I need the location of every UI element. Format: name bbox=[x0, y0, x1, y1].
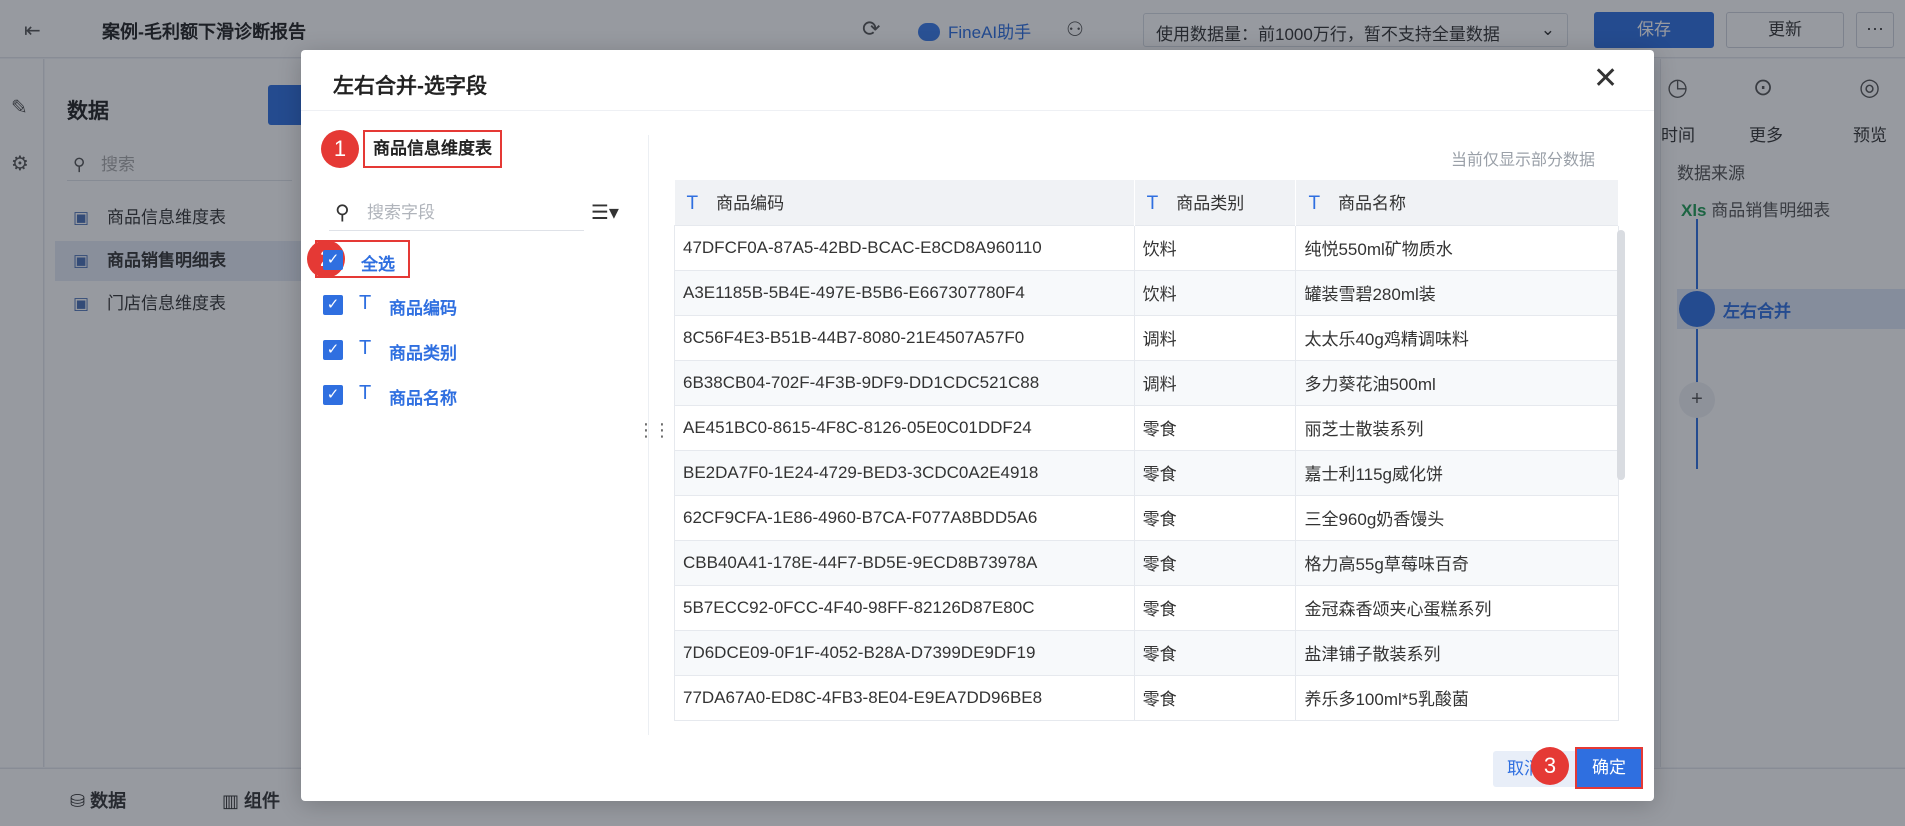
table-row: CBB40A41-178E-44F7-BD5E-9ECD8B73978A 零食 格力… bbox=[674, 539, 1619, 586]
field-search-placeholder: 搜索字段 bbox=[367, 203, 435, 222]
text-type-icon: T bbox=[1308, 193, 1321, 215]
table-cell: 太太乐40g鸡精调味料 bbox=[1295, 314, 1619, 361]
select-all-checkbox[interactable]: ✓ bbox=[323, 250, 343, 270]
drag-handle-icon[interactable]: ⋮⋮ bbox=[637, 420, 671, 441]
field-label: 商品名称 bbox=[389, 389, 457, 408]
step-badge-3: 3 bbox=[1531, 747, 1569, 785]
table-cell: 丽芝士散装系列 bbox=[1295, 404, 1619, 451]
merge-field-dialog: 左右合并-选字段 ✕ 1 商品信息维度表 ⚲搜索字段 ☰▾ 2 ✓ 全选 ✓ T… bbox=[301, 50, 1654, 801]
column-header: T 商品类别 bbox=[1134, 180, 1297, 225]
text-type-icon: T bbox=[359, 292, 372, 314]
table-cell: 调料 bbox=[1133, 359, 1297, 406]
sort-icon[interactable]: ☰▾ bbox=[591, 200, 619, 225]
field-label: 商品编码 bbox=[389, 299, 457, 318]
table-row: AE451BC0-8615-4F8C-8126-05E0C01DDF24 零食 丽芝… bbox=[674, 404, 1619, 451]
column-header-label: 商品名称 bbox=[1338, 194, 1407, 214]
table-cell: 零食 bbox=[1133, 629, 1297, 676]
column-header-label: 商品编码 bbox=[716, 194, 785, 214]
header-divider bbox=[301, 110, 1654, 111]
text-type-icon: T bbox=[1146, 193, 1159, 215]
column-header: T 商品名称 bbox=[1295, 180, 1619, 225]
table-cell: 零食 bbox=[1133, 404, 1297, 451]
dialog-table-name: 商品信息维度表 bbox=[363, 130, 502, 168]
text-type-icon: T bbox=[359, 382, 372, 404]
table-cell: 格力高55g草莓味百奇 bbox=[1295, 539, 1619, 586]
column-header-label: 商品类别 bbox=[1176, 194, 1245, 214]
confirm-button[interactable]: 确定 bbox=[1575, 747, 1643, 789]
table-row: 6B38CB04-702F-4F3B-9DF9-DD1CDC521C88 调料 多力… bbox=[674, 359, 1619, 406]
field-row-category[interactable]: ✓ T 商品类别 bbox=[323, 335, 623, 365]
select-all-label[interactable]: 全选 bbox=[361, 250, 395, 275]
table-cell: BE2DA7F0-1E24-4729-BED3-3CDC0A2E4918 bbox=[674, 449, 1135, 496]
table-cell: 养乐多100ml*5乳酸菌 bbox=[1295, 674, 1619, 721]
table-cell: 77DA67A0-ED8C-4FB3-8E04-E9EA7DD96BE8 bbox=[674, 674, 1135, 721]
table-cell: 盐津铺子散装系列 bbox=[1295, 629, 1619, 676]
dialog-title: 左右合并-选字段 bbox=[333, 75, 487, 98]
preview-table: T 商品编码 T 商品类别 T 商品名称 47DFCF0A-87A5-42BD-BCA… bbox=[674, 180, 1636, 735]
text-type-icon: T bbox=[359, 337, 372, 359]
field-checkbox[interactable]: ✓ bbox=[323, 385, 343, 405]
table-cell: 多力葵花油500ml bbox=[1295, 359, 1619, 406]
text-type-icon: T bbox=[686, 193, 699, 215]
column-header: T 商品编码 bbox=[674, 180, 1135, 225]
table-cell: 饮料 bbox=[1133, 269, 1297, 316]
field-row-name[interactable]: ✓ T 商品名称 bbox=[323, 380, 623, 410]
table-cell: 调料 bbox=[1133, 314, 1297, 361]
table-row: 47DFCF0A-87A5-42BD-BCAC-E8CD8A960110 饮料 纯悦… bbox=[674, 224, 1619, 271]
search-icon: ⚲ bbox=[335, 202, 350, 224]
table-cell: 零食 bbox=[1133, 494, 1297, 541]
table-row: 77DA67A0-ED8C-4FB3-8E04-E9EA7DD96BE8 零食 养乐… bbox=[674, 674, 1619, 721]
table-cell: 纯悦550ml矿物质水 bbox=[1295, 224, 1619, 271]
table-cell: 零食 bbox=[1133, 449, 1297, 496]
table-cell: 罐装雪碧280ml装 bbox=[1295, 269, 1619, 316]
table-cell: 零食 bbox=[1133, 674, 1297, 721]
field-checkbox[interactable]: ✓ bbox=[323, 340, 343, 360]
field-search-input[interactable]: ⚲ 搜索字段 bbox=[329, 195, 584, 231]
table-cell: 8C56F4E3-B51B-44B7-8080-21E4507A57F0 bbox=[674, 314, 1135, 361]
table-cell: A3E1185B-5B4E-497E-B5B6-E667307780F4 bbox=[674, 269, 1135, 316]
table-row: 62CF9CFA-1E86-4960-B7CA-F077A8BDD5A6 零食 三全… bbox=[674, 494, 1619, 541]
field-row-code[interactable]: ✓ T 商品编码 bbox=[323, 290, 623, 320]
close-icon[interactable]: ✕ bbox=[1593, 64, 1618, 94]
table-cell: 三全960g奶香馒头 bbox=[1295, 494, 1619, 541]
table-cell: 6B38CB04-702F-4F3B-9DF9-DD1CDC521C88 bbox=[674, 359, 1135, 406]
table-cell: 62CF9CFA-1E86-4960-B7CA-F077A8BDD5A6 bbox=[674, 494, 1135, 541]
table-cell: 饮料 bbox=[1133, 224, 1297, 271]
table-cell: AE451BC0-8615-4F8C-8126-05E0C01DDF24 bbox=[674, 404, 1135, 451]
field-label: 商品类别 bbox=[389, 344, 457, 363]
table-row: BE2DA7F0-1E24-4729-BED3-3CDC0A2E4918 零食 嘉士… bbox=[674, 449, 1619, 496]
table-cell: 5B7ECC92-0FCC-4F40-98FF-82126D87E80C bbox=[674, 584, 1135, 631]
table-row: 7D6DCE09-0F1F-4052-B28A-D7399DE9DF19 零食 盐津… bbox=[674, 629, 1619, 676]
table-cell: 47DFCF0A-87A5-42BD-BCAC-E8CD8A960110 bbox=[674, 224, 1135, 271]
field-checkbox[interactable]: ✓ bbox=[323, 295, 343, 315]
table-cell: 零食 bbox=[1133, 539, 1297, 586]
table-row: 5B7ECC92-0FCC-4F40-98FF-82126D87E80C 零食 金冠… bbox=[674, 584, 1619, 631]
table-row: A3E1185B-5B4E-497E-B5B6-E667307780F4 饮料 罐装… bbox=[674, 269, 1619, 316]
table-cell: 嘉士利115g威化饼 bbox=[1295, 449, 1619, 496]
table-cell: CBB40A41-178E-44F7-BD5E-9ECD8B73978A bbox=[674, 539, 1135, 586]
table-scrollbar[interactable] bbox=[1617, 230, 1625, 480]
table-cell: 7D6DCE09-0F1F-4052-B28A-D7399DE9DF19 bbox=[674, 629, 1135, 676]
table-cell: 金冠森香颂夹心蛋糕系列 bbox=[1295, 584, 1619, 631]
table-row: 8C56F4E3-B51B-44B7-8080-21E4507A57F0 调料 太太… bbox=[674, 314, 1619, 361]
table-cell: 零食 bbox=[1133, 584, 1297, 631]
partial-data-note: 当前仅显示部分数据 bbox=[1451, 152, 1596, 169]
step-badge-1: 1 bbox=[321, 130, 359, 168]
